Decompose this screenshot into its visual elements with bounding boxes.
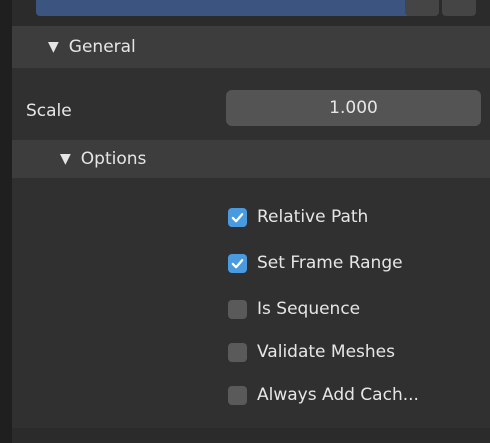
bottom-strip	[12, 428, 490, 443]
scale-label: Scale	[26, 101, 72, 121]
relative-path-label: Relative Path	[257, 207, 369, 227]
validate-meshes-label: Validate Meshes	[257, 342, 395, 362]
general-section-label: General	[68, 37, 136, 57]
set-frame-range-option[interactable]: Set Frame Range	[228, 252, 403, 274]
checkmark-icon	[231, 212, 244, 222]
scale-input[interactable]: 1.000	[226, 90, 481, 126]
always-add-cache-checkbox[interactable]	[228, 385, 247, 405]
top-button-1[interactable]	[405, 0, 439, 16]
top-selected-field[interactable]	[36, 0, 416, 16]
top-button-2[interactable]	[442, 0, 476, 16]
is-sequence-checkbox[interactable]	[228, 299, 247, 319]
scale-value: 1.000	[329, 98, 378, 118]
options-section-header[interactable]: ▼ Options	[12, 140, 490, 178]
relative-path-option[interactable]: Relative Path	[228, 206, 368, 228]
collapse-arrow-icon: ▼	[48, 39, 59, 55]
set-frame-range-label: Set Frame Range	[257, 253, 403, 273]
is-sequence-option[interactable]: Is Sequence	[228, 298, 360, 320]
relative-path-checkbox[interactable]	[228, 207, 247, 227]
left-margin-strip	[0, 0, 12, 443]
always-add-cache-label: Always Add Cach...	[257, 385, 419, 405]
collapse-arrow-icon: ▼	[60, 151, 71, 167]
is-sequence-label: Is Sequence	[257, 299, 361, 319]
validate-meshes-option[interactable]: Validate Meshes	[228, 341, 395, 363]
options-section-label: Options	[80, 149, 147, 169]
top-toolbar-row	[12, 0, 490, 24]
checkmark-icon	[231, 258, 244, 268]
set-frame-range-checkbox[interactable]	[228, 253, 247, 273]
always-add-cache-option[interactable]: Always Add Cach...	[228, 384, 419, 406]
general-section-header[interactable]: ▼ General	[12, 26, 490, 68]
validate-meshes-checkbox[interactable]	[228, 342, 247, 362]
